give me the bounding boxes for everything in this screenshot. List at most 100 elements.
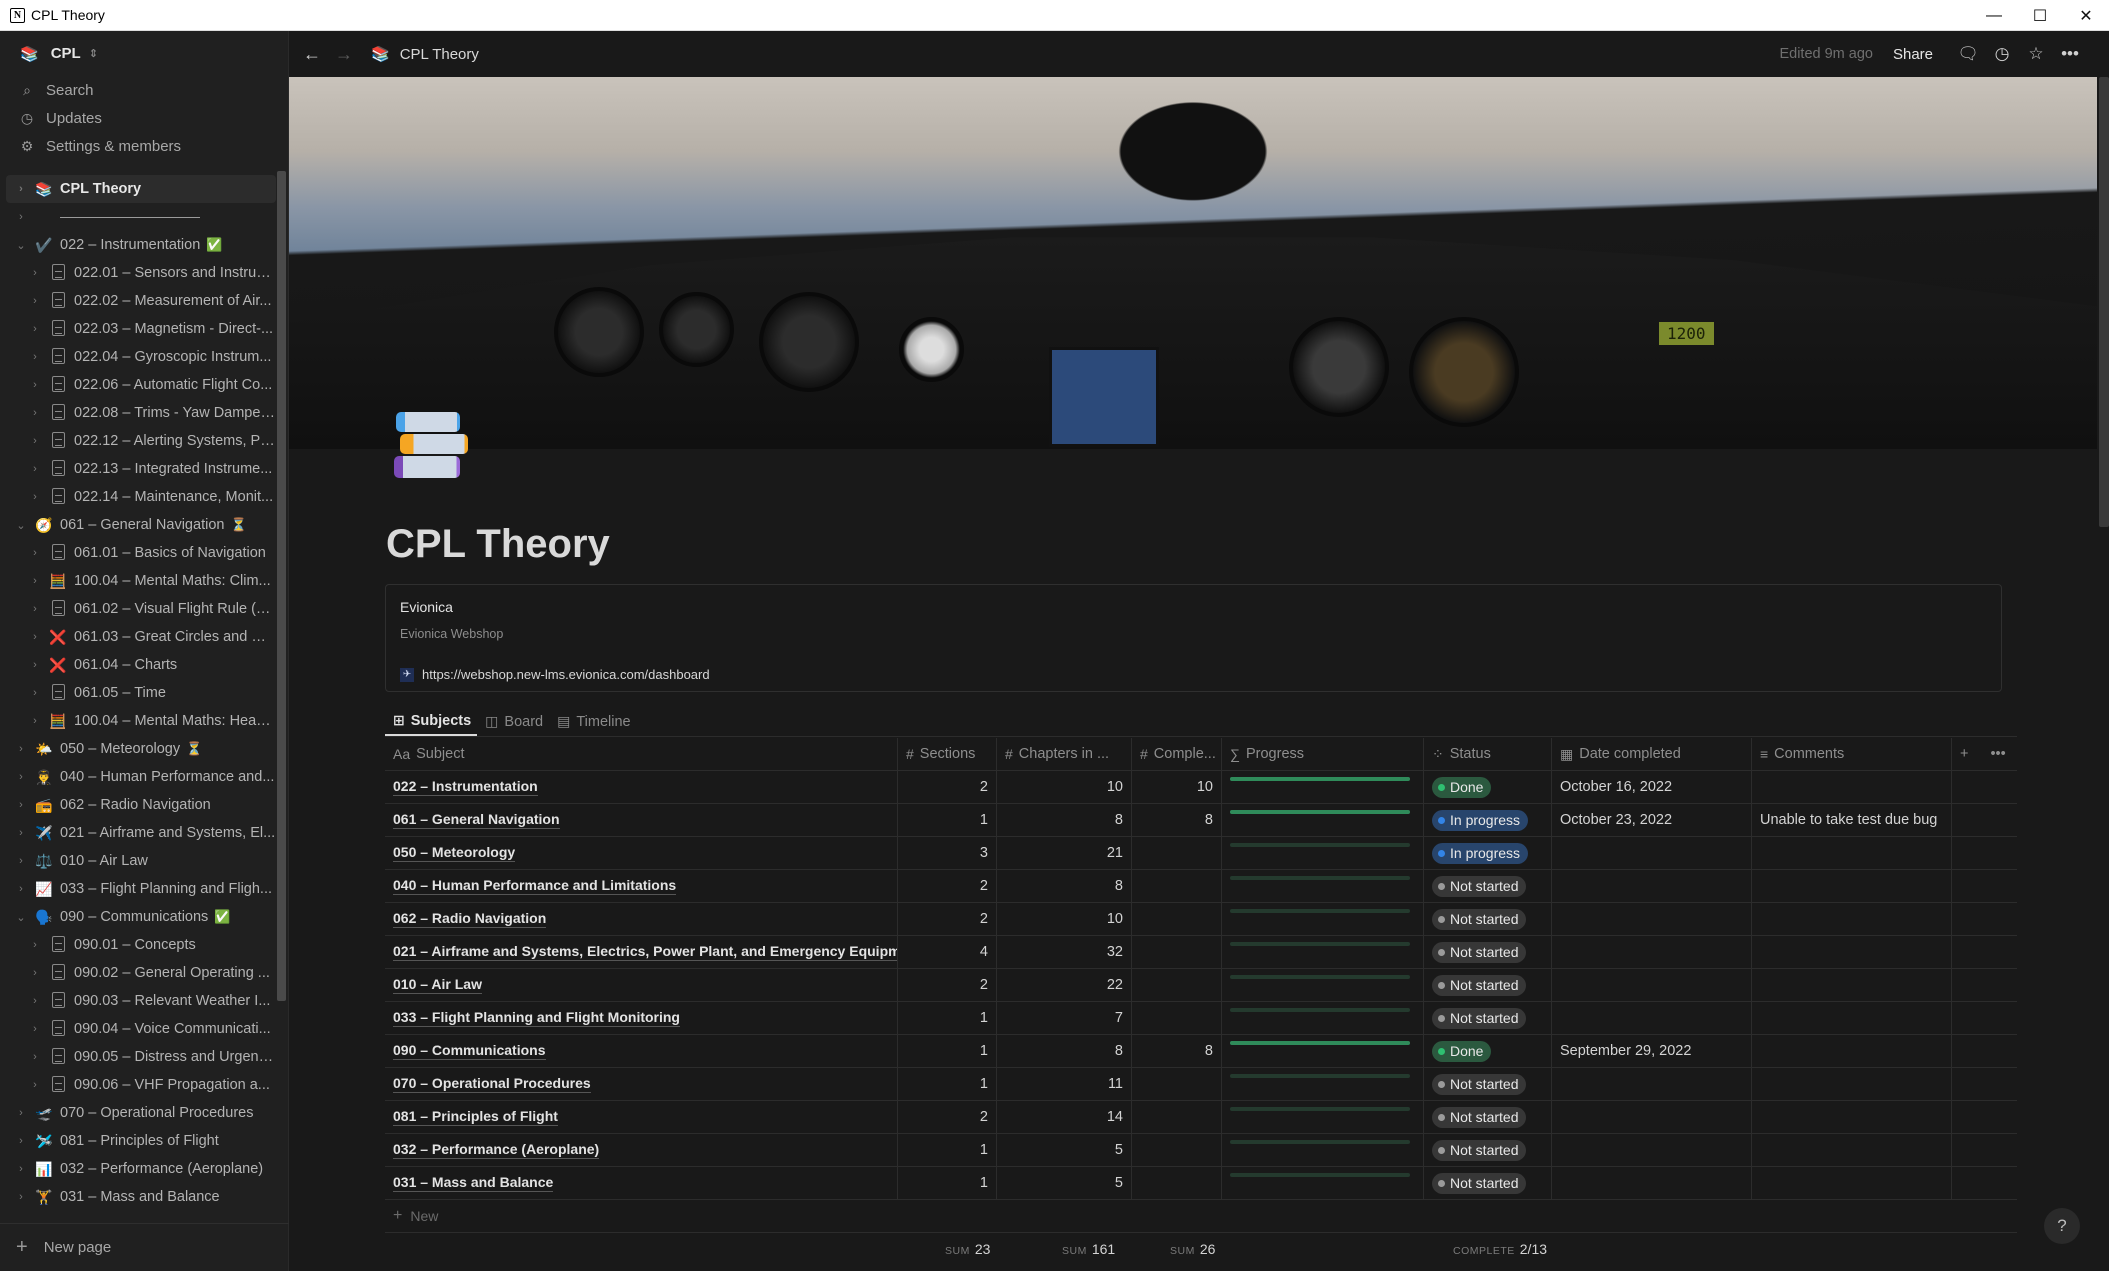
table-row[interactable]: 062 – Radio Navigation 2 10 Not started	[385, 903, 2017, 936]
comment-cell[interactable]	[1752, 870, 1952, 902]
sections-cell[interactable]: 1	[898, 1002, 997, 1034]
sidebar-page-item[interactable]: › ✈️ 021 – Airframe and Systems, El...	[6, 819, 276, 847]
chevron-right-icon[interactable]: ›	[28, 687, 42, 699]
chevron-right-icon[interactable]: ›	[14, 883, 28, 895]
star-icon[interactable]: ☆	[2019, 44, 2053, 64]
subject-link[interactable]: 062 – Radio Navigation	[393, 910, 547, 928]
subject-cell[interactable]: 031 – Mass and Balance	[385, 1167, 898, 1199]
chevron-right-icon[interactable]: ›	[14, 827, 28, 839]
chevron-down-icon[interactable]: ⌄	[14, 519, 28, 532]
sections-cell[interactable]: 2	[898, 771, 997, 803]
tab-board[interactable]: ◫ Board	[477, 705, 549, 736]
status-cell[interactable]: Done	[1424, 1035, 1552, 1067]
sections-cell[interactable]: 2	[898, 969, 997, 1001]
column-header-subject[interactable]: Aa Subject	[385, 738, 898, 770]
comment-cell[interactable]: Unable to take test due bug	[1752, 804, 1952, 836]
subject-cell[interactable]: 050 – Meteorology	[385, 837, 898, 869]
sidebar-page-item[interactable]: › 061.05 – Time	[6, 679, 276, 707]
new-page-button[interactable]: + New page	[0, 1223, 289, 1271]
sections-cell[interactable]: 4	[898, 936, 997, 968]
comment-cell[interactable]	[1752, 1035, 1952, 1067]
subject-link[interactable]: 022 – Instrumentation	[393, 778, 538, 796]
main-scrollbar[interactable]	[2099, 77, 2109, 527]
completed-cell[interactable]	[1132, 1068, 1222, 1100]
history-clock-icon[interactable]: ◷	[1985, 44, 2019, 64]
column-header-comments[interactable]: ≡ Comments	[1752, 738, 1952, 770]
chevron-right-icon[interactable]: ›	[28, 659, 42, 671]
table-row[interactable]: 061 – General Navigation 1 8 8 In progress Oc…	[385, 804, 2017, 837]
completed-cell[interactable]	[1132, 870, 1222, 902]
page-icon-books[interactable]	[390, 410, 470, 480]
subject-link[interactable]: 033 – Flight Planning and Flight Monitor…	[393, 1009, 680, 1027]
sidebar-page-item[interactable]: › 022.03 – Magnetism - Direct-...	[6, 315, 276, 343]
sidebar-page-item[interactable]: › 🛩️ 081 – Principles of Flight	[6, 1127, 276, 1155]
sections-cell[interactable]: 1	[898, 1068, 997, 1100]
comment-icon[interactable]: 🗨	[1951, 44, 1985, 64]
date-cell[interactable]: October 16, 2022	[1552, 771, 1752, 803]
completed-cell[interactable]	[1132, 837, 1222, 869]
sections-cell[interactable]: 1	[898, 1134, 997, 1166]
close-button[interactable]: ✕	[2063, 0, 2109, 31]
forward-arrow-icon[interactable]: →	[335, 44, 353, 65]
sidebar-page-item[interactable]: ⌄ 🗣️ 090 – Communications ✅	[6, 903, 276, 931]
chevron-right-icon[interactable]: ›	[28, 995, 42, 1007]
subject-cell[interactable]: 032 – Performance (Aeroplane)	[385, 1134, 898, 1166]
more-icon[interactable]: •••	[2053, 44, 2087, 64]
date-cell[interactable]	[1552, 870, 1752, 902]
chapters-cell[interactable]: 8	[997, 1035, 1132, 1067]
column-header-chapters[interactable]: # Chapters in ...	[997, 738, 1132, 770]
status-cell[interactable]: Not started	[1424, 1002, 1552, 1034]
subject-link[interactable]: 040 – Human Performance and Limitations	[393, 877, 677, 895]
sections-cell[interactable]: 2	[898, 903, 997, 935]
column-header-date-completed[interactable]: ▦ Date completed	[1552, 738, 1752, 770]
sidebar-page-item[interactable]: ⌄ ✔️ 022 – Instrumentation ✅	[6, 231, 276, 259]
status-cell[interactable]: Not started	[1424, 1167, 1552, 1199]
completed-cell[interactable]	[1132, 1002, 1222, 1034]
column-header-status[interactable]: ⁘ Status	[1424, 738, 1552, 770]
chevron-right-icon[interactable]: ›	[28, 379, 42, 391]
sections-cell[interactable]: 2	[898, 1101, 997, 1133]
subject-link[interactable]: 090 – Communications	[393, 1042, 546, 1060]
chevron-right-icon[interactable]: ›	[28, 967, 42, 979]
chapters-cell[interactable]: 5	[997, 1134, 1132, 1166]
date-cell[interactable]	[1552, 1068, 1752, 1100]
chevron-right-icon[interactable]: ›	[28, 407, 42, 419]
subject-link[interactable]: 061 – General Navigation	[393, 811, 560, 829]
sidebar-page-item[interactable]: ›	[6, 203, 276, 231]
chevron-right-icon[interactable]: ›	[28, 463, 42, 475]
chevron-right-icon[interactable]: ›	[28, 491, 42, 503]
comment-cell[interactable]	[1752, 1002, 1952, 1034]
breadcrumb[interactable]: 📚 CPL Theory	[371, 45, 479, 64]
chevron-right-icon[interactable]: ›	[28, 631, 42, 643]
page-title[interactable]: CPL Theory	[386, 522, 610, 567]
add-property-plus-icon[interactable]: +	[1960, 746, 1968, 762]
chevron-right-icon[interactable]: ›	[28, 351, 42, 363]
chevron-right-icon[interactable]: ›	[14, 799, 28, 811]
chevron-right-icon[interactable]: ›	[28, 939, 42, 951]
chevron-right-icon[interactable]: ›	[28, 1051, 42, 1063]
chevron-right-icon[interactable]: ›	[14, 1135, 28, 1147]
chapters-cell[interactable]: 7	[997, 1002, 1132, 1034]
table-row[interactable]: 050 – Meteorology 3 21 In progress	[385, 837, 2017, 870]
sidebar-page-item[interactable]: › ❌ 061.04 – Charts	[6, 651, 276, 679]
completed-cell[interactable]: 10	[1132, 771, 1222, 803]
completed-cell[interactable]: 8	[1132, 1035, 1222, 1067]
sidebar-page-item[interactable]: › 022.06 – Automatic Flight Co...	[6, 371, 276, 399]
table-row[interactable]: 081 – Principles of Flight 2 14 Not started	[385, 1101, 2017, 1134]
completed-cell[interactable]	[1132, 969, 1222, 1001]
subject-cell[interactable]: 090 – Communications	[385, 1035, 898, 1067]
comment-cell[interactable]	[1752, 903, 1952, 935]
comment-cell[interactable]	[1752, 771, 1952, 803]
sidebar-page-item[interactable]: › 022.12 – Alerting Systems, Pr...	[6, 427, 276, 455]
status-cell[interactable]: In progress	[1424, 837, 1552, 869]
completed-cell[interactable]	[1132, 903, 1222, 935]
subject-link[interactable]: 032 – Performance (Aeroplane)	[393, 1141, 600, 1159]
chevron-right-icon[interactable]: ›	[28, 715, 42, 727]
chevron-down-icon[interactable]: ⌄	[14, 911, 28, 924]
chapters-cell[interactable]: 8	[997, 870, 1132, 902]
chevron-right-icon[interactable]: ›	[28, 1079, 42, 1091]
date-cell[interactable]	[1552, 969, 1752, 1001]
tab-subjects[interactable]: ⊞ Subjects	[385, 705, 478, 736]
comment-cell[interactable]	[1752, 1134, 1952, 1166]
sidebar-page-item[interactable]: › 🌤️ 050 – Meteorology ⏳	[6, 735, 276, 763]
